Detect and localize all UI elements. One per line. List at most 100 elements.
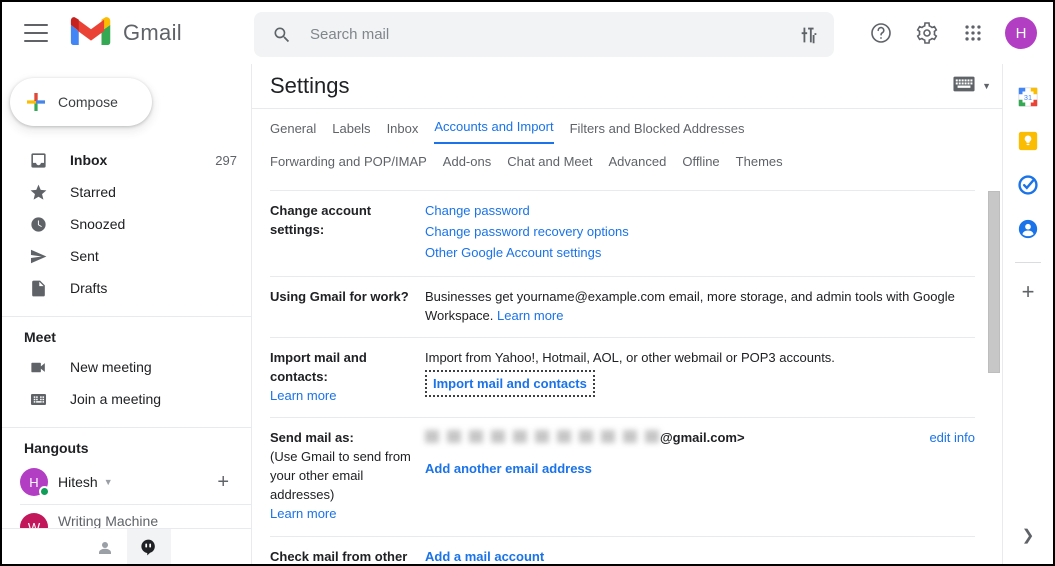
send-icon bbox=[28, 247, 48, 266]
row-body: @gmail.com> edit info Add another email … bbox=[425, 428, 975, 524]
sidebar-item-starred[interactable]: Starred bbox=[2, 176, 251, 208]
add-a-mail-account-link[interactable]: Add a mail account bbox=[425, 549, 544, 564]
draft-icon bbox=[28, 279, 48, 298]
clock-icon bbox=[28, 215, 48, 234]
change-password-link[interactable]: Change password bbox=[425, 201, 975, 220]
sidebar-item-inbox[interactable]: Inbox 297 bbox=[2, 144, 251, 176]
sidebar-item-drafts[interactable]: Drafts bbox=[2, 272, 251, 304]
google-calendar-icon[interactable]: 31 bbox=[1017, 86, 1039, 108]
add-another-email-address-link[interactable]: Add another email address bbox=[425, 461, 592, 476]
edit-info-link[interactable]: edit info bbox=[909, 428, 975, 447]
plus-icon[interactable]: + bbox=[217, 471, 229, 494]
sidebar-item-label: Snoozed bbox=[70, 216, 237, 232]
gmail-brand[interactable]: Gmail bbox=[70, 15, 182, 52]
import-mail-label: Import mail and contacts: bbox=[270, 350, 367, 384]
help-icon[interactable] bbox=[861, 13, 901, 53]
inbox-unread-count: 297 bbox=[215, 153, 237, 168]
star-icon bbox=[28, 183, 48, 202]
sidebar-item-new-meeting[interactable]: New meeting bbox=[2, 351, 251, 383]
row-body: Businesses get yourname@example.com emai… bbox=[425, 287, 975, 325]
google-tasks-icon[interactable] bbox=[1017, 174, 1039, 196]
row-label: Check mail from other bbox=[270, 547, 425, 565]
tab-labels[interactable]: Labels bbox=[332, 121, 370, 144]
import-mail-and-contacts-label: Import mail and contacts bbox=[433, 376, 587, 391]
compose-plus-icon bbox=[24, 90, 48, 114]
avatar-letter: H bbox=[29, 475, 38, 490]
send-mail-address: @gmail.com> bbox=[425, 428, 745, 447]
sidebar-item-label: Inbox bbox=[70, 152, 215, 168]
brand-name: Gmail bbox=[123, 20, 182, 46]
change-password-recovery-link[interactable]: Change password recovery options bbox=[425, 222, 975, 241]
tab-general[interactable]: General bbox=[270, 121, 316, 144]
tab-inbox[interactable]: Inbox bbox=[387, 121, 419, 144]
hangouts-user-name: Hitesh bbox=[58, 474, 98, 490]
hangouts-user-row[interactable]: H Hitesh ▼ + bbox=[2, 462, 251, 502]
send-mail-as-label: Send mail as: bbox=[270, 430, 354, 445]
add-app-plus-icon[interactable]: + bbox=[1022, 281, 1035, 303]
sidebar-item-sent[interactable]: Sent bbox=[2, 240, 251, 272]
inbox-icon bbox=[28, 151, 48, 170]
other-google-account-settings-link[interactable]: Other Google Account settings bbox=[425, 243, 975, 262]
online-status-dot bbox=[39, 486, 50, 497]
sidebar-item-snoozed[interactable]: Snoozed bbox=[2, 208, 251, 240]
row-label: Import mail and contacts: Learn more bbox=[270, 348, 425, 405]
sidebar-item-label: Starred bbox=[70, 184, 237, 200]
tab-chat-and-meet[interactable]: Chat and Meet bbox=[507, 154, 592, 177]
tab-advanced[interactable]: Advanced bbox=[609, 154, 667, 177]
content-scrollbar[interactable] bbox=[988, 191, 1000, 373]
keyboard-icon bbox=[28, 390, 48, 409]
gear-icon[interactable] bbox=[907, 13, 947, 53]
avatar[interactable]: H bbox=[1005, 17, 1037, 49]
learn-more-link[interactable]: Learn more bbox=[497, 308, 563, 323]
import-mail-and-contacts-button[interactable]: Import mail and contacts bbox=[425, 370, 595, 397]
gmail-logo-icon bbox=[70, 15, 112, 52]
setting-row-check-mail: Check mail from other Add a mail account bbox=[270, 537, 975, 565]
row-body: Change password Change password recovery… bbox=[425, 201, 975, 264]
video-camera-icon bbox=[28, 358, 48, 377]
sidebar-item-label: Drafts bbox=[70, 280, 237, 296]
top-app-bar: Gmail bbox=[2, 2, 1053, 64]
setting-row-change-account: Change account settings: Change password… bbox=[270, 190, 975, 277]
folder-nav-list: Inbox 297 Starred Sn bbox=[2, 144, 251, 304]
contacts-person-icon[interactable] bbox=[83, 529, 127, 566]
panel-divider bbox=[1015, 262, 1041, 263]
tab-add-ons[interactable]: Add-ons bbox=[443, 154, 491, 177]
chevron-down-icon[interactable]: ▼ bbox=[104, 477, 113, 487]
keyboard-icon bbox=[953, 76, 975, 97]
sidebar-item-join-meeting[interactable]: Join a meeting bbox=[2, 383, 251, 415]
compose-button[interactable]: Compose bbox=[10, 78, 152, 126]
search-bar[interactable] bbox=[254, 12, 834, 57]
keyboard-shortcut-selector[interactable]: ▼ bbox=[953, 76, 991, 97]
setting-row-send-mail-as: Send mail as: (Use Gmail to send from yo… bbox=[270, 418, 975, 537]
settings-tabs-row-2: Forwarding and POP/IMAP Add-ons Chat and… bbox=[252, 144, 1003, 176]
google-apps-grid-icon[interactable] bbox=[953, 13, 993, 53]
sidebar-bottom-tabs bbox=[2, 528, 251, 566]
row-label: Change account settings: bbox=[270, 201, 425, 264]
google-keep-icon[interactable] bbox=[1017, 130, 1039, 152]
learn-more-link[interactable]: Learn more bbox=[270, 506, 336, 521]
tab-filters-and-blocked-addresses[interactable]: Filters and Blocked Addresses bbox=[570, 121, 745, 144]
import-mail-description: Import from Yahoo!, Hotmail, AOL, or oth… bbox=[425, 348, 975, 367]
svg-text:31: 31 bbox=[1024, 93, 1032, 102]
tab-offline[interactable]: Offline bbox=[682, 154, 719, 177]
search-input[interactable] bbox=[310, 26, 789, 43]
search-options-icon[interactable] bbox=[789, 15, 829, 55]
left-sidebar: Compose Inbox 297 Starred bbox=[2, 64, 252, 566]
chevron-down-icon[interactable]: ▼ bbox=[982, 81, 991, 91]
setting-row-import-mail: Import mail and contacts: Learn more Imp… bbox=[270, 338, 975, 418]
learn-more-link[interactable]: Learn more bbox=[270, 388, 336, 403]
chevron-right-icon[interactable]: ❯ bbox=[1022, 526, 1035, 544]
sidebar-item-label: Sent bbox=[70, 248, 237, 264]
compose-label: Compose bbox=[58, 94, 118, 110]
hangouts-icon[interactable] bbox=[127, 529, 171, 566]
tab-accounts-and-import[interactable]: Accounts and Import bbox=[434, 119, 553, 144]
google-contacts-icon[interactable] bbox=[1017, 218, 1039, 240]
hamburger-menu-icon[interactable] bbox=[24, 24, 48, 42]
settings-main: Settings bbox=[252, 64, 1003, 566]
sidebar-item-label: New meeting bbox=[70, 359, 237, 375]
tab-forwarding-pop-imap[interactable]: Forwarding and POP/IMAP bbox=[270, 154, 427, 177]
tab-themes[interactable]: Themes bbox=[736, 154, 783, 177]
row-label: Using Gmail for work? bbox=[270, 287, 425, 325]
redacted-email-name bbox=[425, 430, 660, 443]
settings-tabs-row-1: General Labels Inbox Accounts and Import… bbox=[252, 109, 1003, 144]
